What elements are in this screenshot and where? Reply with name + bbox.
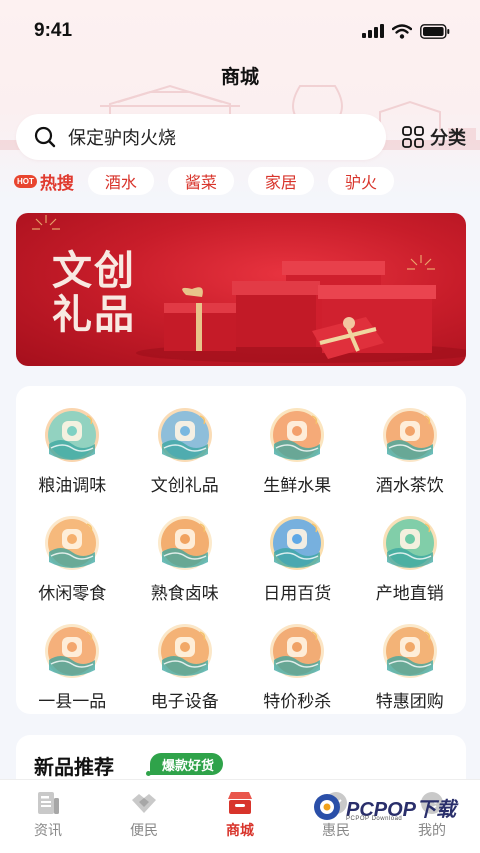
category-item[interactable]: 粮油调味	[16, 404, 129, 496]
county-city-icon	[45, 624, 100, 678]
category-label: 休闲零食	[38, 584, 107, 603]
wine-jar-icon	[382, 408, 437, 462]
snack-icon	[45, 516, 100, 570]
lotus-icon	[382, 516, 437, 570]
status-time: 9:41	[34, 20, 73, 41]
category-item[interactable]: 产地直销	[354, 512, 467, 604]
category-label: 熟食卤味	[150, 584, 219, 603]
signal-icon	[362, 24, 384, 38]
grain-oil-icon	[45, 408, 100, 462]
category-grid: 粮油调味 文创礼品 生鲜水果 酒水茶饮休闲零食 熟食卤味 日用百货 产地直销一县一品 电子设备…	[16, 386, 466, 714]
flash-sale-icon	[270, 624, 325, 678]
giftbox-icon	[270, 516, 325, 570]
category-label: 生鲜水果	[263, 476, 332, 495]
search-placeholder: 保定驴肉火烧	[68, 128, 176, 148]
category-label: 特价秒杀	[263, 692, 332, 711]
lion-gift-icon	[157, 408, 212, 462]
wifi-icon	[392, 23, 412, 39]
promo-banner[interactable]: 文创 礼品	[16, 213, 466, 366]
hot-search-label: HOT 热搜	[14, 169, 74, 194]
category-item[interactable]: 特惠团购	[354, 620, 467, 712]
new-products-title: 新品推荐	[34, 757, 114, 779]
category-item[interactable]: 酒水茶饮	[354, 404, 467, 496]
page-title: 商城	[220, 67, 259, 88]
handshake-icon	[132, 794, 156, 813]
category-label: 特惠团购	[375, 692, 444, 711]
category-label: 日用百货	[263, 584, 332, 603]
tab-shop[interactable]: 商城	[200, 790, 280, 853]
hot-tag[interactable]: 酒水	[87, 167, 154, 195]
status-icons	[362, 23, 450, 39]
status-bar: 9:41	[0, 0, 480, 62]
banner-title: 文创 礼品	[52, 248, 136, 338]
category-item[interactable]: 休闲零食	[16, 512, 129, 604]
battery-icon	[420, 23, 450, 39]
pcpop-logo-icon	[314, 794, 340, 820]
shopping-bag-icon	[382, 624, 437, 678]
hot-goods-badge: 爆款好货	[150, 753, 224, 775]
hot-search-row: HOT 热搜 酒水 酱菜 家居 驴火	[14, 167, 394, 195]
grid-icon	[402, 126, 424, 148]
hot-badge: HOT	[14, 174, 37, 188]
fish-fruit-icon	[270, 408, 325, 462]
tab-service[interactable]: 便民	[104, 790, 184, 853]
category-label: 酒水茶饮	[375, 476, 444, 495]
hot-tag[interactable]: 驴火	[327, 167, 394, 195]
category-label: 粮油调味	[38, 476, 107, 495]
site-watermark: PCPOP下载 PCPOP Download	[312, 792, 456, 822]
category-item[interactable]: 日用百货	[241, 512, 354, 604]
category-label: 一县一品	[38, 692, 107, 711]
category-button[interactable]: 分类	[402, 124, 466, 150]
search-row: 保定驴肉火烧 分类	[16, 114, 466, 160]
category-label: 分类	[430, 128, 466, 148]
category-label: 电子设备	[150, 692, 219, 711]
news-icon	[38, 792, 59, 814]
hot-tag[interactable]: 家居	[247, 167, 314, 195]
hot-search-title: 热搜	[39, 173, 74, 193]
category-item[interactable]: 一县一品	[16, 620, 129, 712]
category-label: 文创礼品	[150, 476, 219, 495]
cooked-food-icon	[157, 516, 212, 570]
tab-news[interactable]: 资讯	[8, 790, 88, 853]
hot-tag[interactable]: 酱菜	[167, 167, 234, 195]
category-label: 产地直销	[375, 584, 444, 603]
category-item[interactable]: 电子设备	[129, 620, 242, 712]
category-item[interactable]: 熟食卤味	[129, 512, 242, 604]
search-input[interactable]: 保定驴肉火烧	[16, 114, 386, 160]
category-item[interactable]: 特价秒杀	[241, 620, 354, 712]
category-item[interactable]: 文创礼品	[129, 404, 242, 496]
phone-device-icon	[157, 624, 212, 678]
shop-icon	[228, 792, 252, 814]
category-item[interactable]: 生鲜水果	[241, 404, 354, 496]
search-icon	[34, 126, 56, 148]
